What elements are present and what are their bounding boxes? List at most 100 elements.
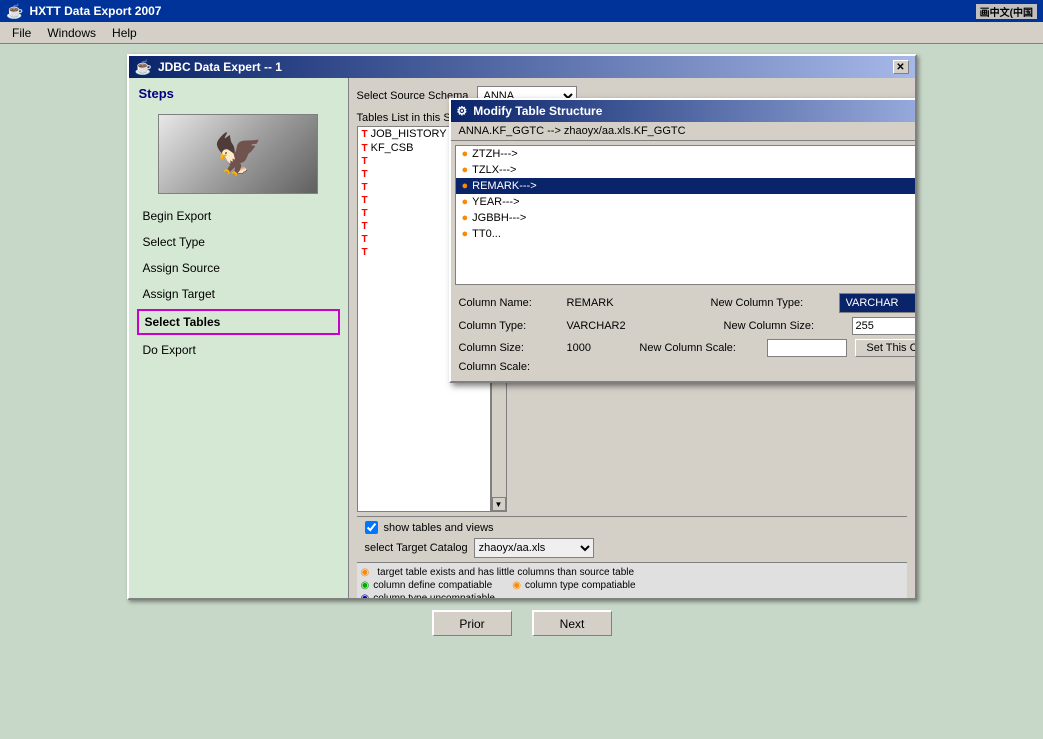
col-status-icon: ●	[462, 196, 469, 208]
step-assign-source[interactable]: Assign Source	[129, 255, 348, 281]
col-name: TT0...	[472, 228, 501, 240]
next-button[interactable]: Next	[532, 610, 612, 636]
legend-area: ◉ target table exists and has little col…	[357, 562, 907, 598]
system-tray: 画中文(中国	[976, 4, 1037, 19]
modal-column-item-selected[interactable]: ● REMARK--->	[456, 178, 915, 194]
new-col-type-label: New Column Type:	[711, 297, 831, 309]
modal-field-row-1: Column Name: REMARK New Column Type: VAR…	[459, 293, 915, 313]
app-icon: ☕	[6, 3, 23, 20]
menu-bar: File Windows Help	[0, 22, 1043, 44]
modal-column-item[interactable]: ● ZTZH--->	[456, 146, 915, 162]
modal-field-row-4: Column Scale:	[459, 361, 915, 373]
main-area: ☕ JDBC Data Expert -- 1 ✕ Steps 🦅 Begin …	[0, 44, 1043, 739]
dialog-content: Steps 🦅 Begin Export Select Type Assign …	[129, 78, 915, 598]
dialog-icon: ☕	[135, 59, 152, 76]
new-col-size-label: New Column Size:	[724, 320, 844, 332]
col-status-icon: ●	[462, 212, 469, 224]
steps-list: Begin Export Select Type Assign Source A…	[129, 199, 348, 367]
col-type-value: VARCHAR2	[567, 320, 626, 332]
modal-icon: ⚙	[457, 104, 468, 118]
modal-column-item[interactable]: ● JGBBH--->	[456, 210, 915, 226]
legend-text-2: column define compatiable	[373, 580, 492, 591]
modal-field-row-2: Column Type: VARCHAR2 New Column Size: 2…	[459, 317, 915, 335]
col-name: YEAR--->	[472, 196, 519, 208]
main-panel: Select Source Schema ANNA Tables List in…	[349, 78, 915, 598]
modal-title: Modify Table Structure	[473, 104, 602, 118]
dialog-title-bar: ☕ JDBC Data Expert -- 1 ✕	[129, 56, 915, 78]
menu-file[interactable]: File	[4, 24, 39, 42]
modal-field-row-3: Column Size: 1000 New Column Scale: Set …	[459, 339, 915, 357]
title-bar: ☕ HXTT Data Export 2007 画中文(中国	[0, 0, 1043, 22]
legend-text-4: column type uncompatiable	[373, 593, 495, 598]
modal-column-item[interactable]: ● YEAR--->	[456, 194, 915, 210]
new-col-scale-input[interactable]	[767, 339, 847, 357]
col-name-value: REMARK	[567, 297, 614, 309]
target-catalog-label: select Target Catalog	[365, 542, 468, 554]
exported-panel: Exported Table List Sort by Original ord…	[563, 112, 907, 512]
target-catalog-select[interactable]: zhaoyx/aa.xls	[474, 538, 594, 558]
buttons-row: Prior Next	[10, 600, 1033, 646]
table-name: KF_CSB	[371, 142, 414, 154]
col-size-label: Column Size:	[459, 342, 559, 354]
modal-list-container: ● ZTZH---> ● TZLX---> ●	[455, 145, 915, 285]
target-catalog-row: select Target Catalog zhaoyx/aa.xls	[365, 538, 899, 558]
bottom-area: show tables and views select Target Cata…	[357, 516, 907, 562]
col-status-icon: ●	[462, 228, 469, 240]
modal-fields: Column Name: REMARK New Column Type: VAR…	[451, 289, 915, 381]
new-col-size-input[interactable]: 255	[852, 317, 915, 335]
app-title: HXTT Data Export 2007	[29, 4, 161, 18]
steps-header: Steps	[129, 78, 348, 109]
scroll-down[interactable]: ▼	[492, 497, 506, 511]
legend-item-2: ◉ column define compatiable	[361, 580, 493, 591]
menu-windows[interactable]: Windows	[39, 24, 104, 42]
dialog-close-button[interactable]: ✕	[893, 60, 909, 74]
show-tables-label: show tables and views	[384, 522, 494, 534]
step-select-tables[interactable]: Select Tables	[137, 309, 340, 335]
menu-help[interactable]: Help	[104, 24, 145, 42]
show-tables-row: show tables and views	[365, 521, 899, 534]
steps-sidebar: Steps 🦅 Begin Export Select Type Assign …	[129, 78, 349, 598]
legend-orange-dot2: ◉	[512, 580, 521, 591]
new-col-type-select[interactable]: VARCHAR VARCHAR2 CHAR INTEGER	[839, 293, 915, 313]
legend-text-1: target table exists and has little colum…	[377, 567, 634, 578]
legend-orange-dot: ◉	[361, 567, 370, 578]
col-name: JGBBH--->	[472, 212, 526, 224]
dialog-window: ☕ JDBC Data Expert -- 1 ✕ Steps 🦅 Begin …	[127, 54, 917, 600]
dialog-title: JDBC Data Expert -- 1	[158, 60, 282, 74]
modal-column-item[interactable]: ● TT0...	[456, 226, 915, 242]
legend-row2: ◉ column define compatiable ◉ column typ…	[361, 580, 903, 591]
col-type-label: Column Type:	[459, 320, 559, 332]
modify-table-dialog: ⚙ Modify Table Structure ✕ ANNA.KF_GGTC …	[449, 98, 915, 383]
col-name: ZTZH--->	[472, 148, 518, 160]
modal-subtitle: ANNA.KF_GGTC --> zhaoyx/aa.xls.KF_GGTC	[451, 122, 915, 141]
legend-green-dot: ◉	[361, 580, 370, 591]
modal-title-bar: ⚙ Modify Table Structure ✕	[451, 100, 915, 122]
step-assign-target[interactable]: Assign Target	[129, 281, 348, 307]
col-scale-label: Column Scale:	[459, 361, 559, 373]
legend-item-3: ◉ column type compatiable	[512, 580, 635, 591]
table-name: JOB_HISTORY	[371, 128, 447, 140]
legend-blue-dot: ◉	[361, 593, 370, 598]
show-tables-checkbox[interactable]	[365, 521, 378, 534]
col-size-value: 1000	[567, 342, 591, 354]
legend-text-3: column type compatiable	[525, 580, 636, 591]
two-col-layout: Tables List in this Schema T JOB_HISTORY…	[357, 112, 907, 512]
step-do-export[interactable]: Do Export	[129, 337, 348, 363]
table-icon: T	[362, 143, 368, 154]
col-status-icon: ●	[462, 164, 469, 176]
col-name: TZLX--->	[472, 164, 516, 176]
step-select-type[interactable]: Select Type	[129, 229, 348, 255]
prior-button[interactable]: Prior	[432, 610, 512, 636]
table-icon: T	[362, 129, 368, 140]
eagle-logo: 🦅	[158, 114, 318, 194]
col-status-icon: ●	[462, 180, 469, 192]
modal-column-list[interactable]: ● ZTZH---> ● TZLX---> ●	[455, 145, 915, 285]
col-name: REMARK--->	[472, 180, 536, 192]
legend-rows: ◉ target table exists and has little col…	[361, 567, 903, 578]
col-name-label: Column Name:	[459, 297, 559, 309]
step-begin-export[interactable]: Begin Export	[129, 203, 348, 229]
modal-column-item[interactable]: ● TZLX--->	[456, 162, 915, 178]
col-status-icon: ●	[462, 148, 469, 160]
set-column-button[interactable]: Set This Column	[855, 339, 914, 357]
legend-item-4: ◉ column type uncompatiable	[361, 593, 903, 598]
